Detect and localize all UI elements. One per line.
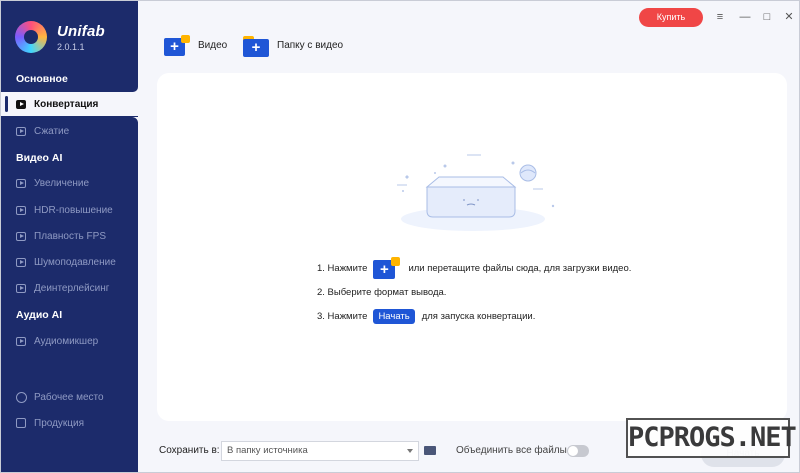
hdr-icon <box>16 205 26 215</box>
sidebar-item-label: Продукция <box>34 417 85 429</box>
sidebar-item-deinterlace[interactable]: Деинтерлейсинг <box>1 276 138 300</box>
sidebar-item-label: Аудиомикшер <box>34 335 99 347</box>
products-icon <box>16 418 26 428</box>
watermark: PCPROGS.NET <box>626 418 797 458</box>
upscale-icon <box>16 178 26 188</box>
deinterlace-icon <box>16 283 26 293</box>
section-title-audio-ai: Аудио AI <box>16 309 63 321</box>
buy-button[interactable]: Купить <box>639 8 703 27</box>
sidebar-item-label: Деинтерлейсинг <box>34 282 110 294</box>
empty-box-illustration <box>397 154 555 231</box>
instruction-step-1: 1. Нажмите + или перетащите файлы сюда, … <box>317 257 737 279</box>
add-video-button[interactable]: + Видео <box>164 33 227 57</box>
sidebar-item-label: Сжатие <box>34 125 70 137</box>
add-folder-icon: + <box>243 35 269 57</box>
denoise-icon <box>16 257 26 267</box>
instructions: 1. Нажмите + или перетащите файлы сюда, … <box>317 257 737 329</box>
sidebar-item-label: Увеличение <box>34 177 90 189</box>
sidebar-item-convert[interactable]: Конвертация <box>1 92 138 116</box>
step2-text: 2. Выберите формат вывода. <box>317 286 447 298</box>
play-icon <box>16 126 26 136</box>
minimize-icon[interactable]: — <box>738 10 752 24</box>
close-icon[interactable]: ✕ <box>782 10 796 24</box>
app-window: Unifab 2.0.1.1 Основное Конвертация Сжат… <box>0 0 800 473</box>
fps-icon <box>16 231 26 241</box>
add-video-icon: + <box>164 34 190 56</box>
sidebar-item-workspace[interactable]: Рабочее место <box>1 385 138 409</box>
sidebar-item-compress[interactable]: Сжатие <box>1 119 138 143</box>
add-folder-label: Папку с видео <box>277 39 344 51</box>
step3-suffix: для запуска конвертации. <box>421 310 536 322</box>
sidebar-item-denoise[interactable]: Шумоподавление <box>1 250 138 274</box>
sidebar-item-hdr[interactable]: HDR-повышение <box>1 198 138 222</box>
play-icon <box>16 99 26 109</box>
sidebar-item-label: Рабочее место <box>34 391 104 403</box>
add-video-label: Видео <box>198 39 228 51</box>
step1-prefix: 1. Нажмите <box>317 262 368 274</box>
chevron-down-icon <box>407 449 413 453</box>
sidebar-item-products[interactable]: Продукция <box>1 411 138 435</box>
save-location-select[interactable]: В папку источника <box>221 441 419 461</box>
add-video-icon[interactable]: + <box>373 257 401 279</box>
instruction-step-3: 3. Нажмите Начать для запуска конвертаци… <box>317 305 737 327</box>
open-folder-icon[interactable] <box>424 446 436 455</box>
app-version: 2.0.1.1 <box>57 41 85 52</box>
sidebar-item-label: Шумоподавление <box>34 256 116 268</box>
save-location-value: В папку источника <box>227 445 308 456</box>
sidebar-item-fps[interactable]: Плавность FPS <box>1 224 138 248</box>
section-title-main: Основное <box>16 73 68 85</box>
step3-prefix: 3. Нажмите <box>317 310 368 322</box>
unifab-logo-icon <box>15 21 47 53</box>
sidebar-item-upscale[interactable]: Увеличение <box>1 171 138 195</box>
globe-icon <box>16 391 27 403</box>
sidebar-item-audio-mixer[interactable]: Аудиомикшер <box>1 329 138 353</box>
sidebar-item-label: HDR-повышение <box>34 204 113 216</box>
sidebar-item-label: Конвертация <box>34 98 99 110</box>
audio-mixer-icon <box>16 336 26 346</box>
drop-zone[interactable]: 1. Нажмите + или перетащите файлы сюда, … <box>157 73 787 421</box>
merge-files-toggle[interactable] <box>567 445 589 457</box>
merge-files-label: Объединить все файлы <box>456 445 567 456</box>
maximize-icon[interactable]: □ <box>760 10 774 24</box>
active-indicator <box>5 96 8 112</box>
section-title-video-ai: Видео AI <box>16 152 63 164</box>
brand: Unifab 2.0.1.1 <box>15 19 105 55</box>
add-folder-button[interactable]: + Папку с видео <box>243 33 343 57</box>
instruction-step-2: 2. Выберите формат вывода. <box>317 281 737 303</box>
step1-suffix: или перетащите файлы сюда, для загрузки … <box>408 262 632 274</box>
sidebar-item-label: Плавность FPS <box>34 230 106 242</box>
save-to-label: Сохранить в: <box>159 445 220 456</box>
start-hint-badge: Начать <box>373 308 415 324</box>
app-name: Unifab <box>57 22 105 40</box>
menu-icon[interactable]: ≡ <box>713 10 727 24</box>
